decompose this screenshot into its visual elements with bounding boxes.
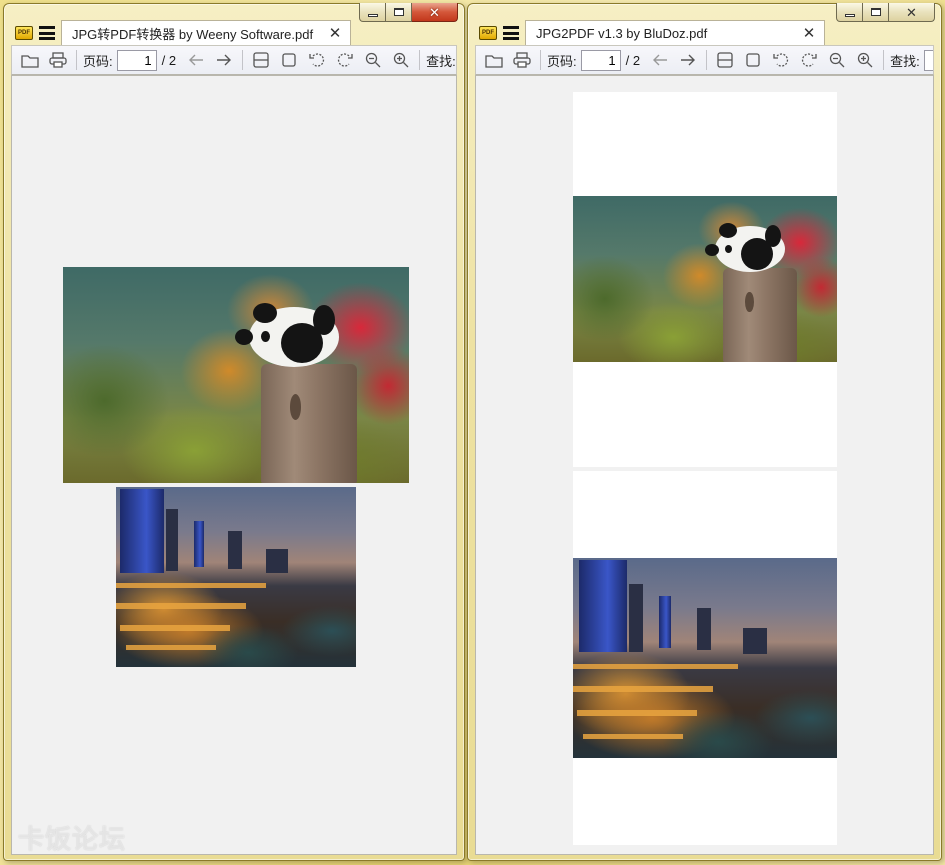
page-number-input[interactable] [116, 49, 157, 71]
panda-photo [573, 196, 837, 362]
pdf-page-2 [573, 471, 837, 845]
tab-row: PDF JPG2PDF v1.3 by BluDoz.pdf ✕ [475, 20, 934, 45]
panda [705, 222, 797, 276]
find-input[interactable] [923, 49, 933, 71]
zoom-in-icon[interactable] [851, 48, 879, 72]
pdf-page-1 [573, 92, 837, 467]
toolbar-separator [540, 50, 541, 70]
page-number-input[interactable] [580, 49, 621, 71]
tree-stump [723, 268, 797, 362]
tab-title: JPG转PDF转换器 by Weeny Software.pdf [72, 26, 314, 42]
city-night-photo [116, 487, 356, 667]
previous-page-arrow-icon[interactable] [646, 48, 674, 72]
rotate-left-icon[interactable] [303, 48, 331, 72]
fit-page-icon[interactable] [275, 48, 303, 72]
toolbar-separator [242, 50, 244, 70]
toolbar-separator [419, 50, 421, 70]
rotate-left-icon[interactable] [767, 48, 795, 72]
minimize-icon [367, 13, 378, 17]
bludoz-pdf-window: ✕ PDF JPG2PDF v1.3 by BluDoz.pdf ✕ 页码: /… [467, 3, 942, 861]
tab-close-icon[interactable]: ✕ [802, 26, 816, 41]
panda [235, 301, 355, 371]
forum-watermark: 卡饭论坛 [18, 825, 127, 855]
tab-row: PDF JPG转PDF转换器 by Weeny Software.pdf ✕ [11, 20, 457, 45]
page-total: / 2 [161, 52, 177, 68]
open-folder-icon[interactable] [16, 48, 44, 72]
document-viewer[interactable] [11, 75, 457, 855]
print-icon[interactable] [508, 48, 536, 72]
previous-page-arrow-icon[interactable] [182, 48, 210, 72]
print-icon[interactable] [44, 48, 72, 72]
maximize-icon [870, 8, 881, 16]
tab-close-icon[interactable]: ✕ [328, 26, 342, 41]
fit-width-icon[interactable] [711, 48, 739, 72]
fit-width-icon[interactable] [247, 48, 275, 72]
toolbar-separator [706, 50, 708, 70]
hamburger-menu-icon[interactable] [503, 26, 519, 40]
minimize-icon [844, 13, 855, 17]
rotate-right-icon[interactable] [795, 48, 823, 72]
next-page-arrow-icon[interactable] [210, 48, 238, 72]
document-viewer[interactable] [475, 75, 934, 855]
page-total: / 2 [625, 52, 641, 68]
close-icon: ✕ [906, 4, 917, 20]
rotate-right-icon[interactable] [331, 48, 359, 72]
open-folder-icon[interactable] [480, 48, 508, 72]
toolbar: 页码: / 2 查找: [11, 45, 457, 75]
next-page-arrow-icon[interactable] [674, 48, 702, 72]
toolbar-separator [76, 50, 77, 70]
hamburger-menu-icon[interactable] [39, 26, 55, 40]
zoom-out-icon[interactable] [359, 48, 387, 72]
panda-photo [63, 267, 409, 483]
tab-title: JPG2PDF v1.3 by BluDoz.pdf [536, 25, 708, 41]
find-label: 查找: [426, 53, 456, 69]
weeny-pdf-window: ✕ PDF JPG转PDF转换器 by Weeny Software.pdf ✕… [3, 3, 465, 861]
zoom-in-icon[interactable] [387, 48, 415, 72]
find-label: 查找: [890, 53, 920, 69]
page-label: 页码: [547, 53, 577, 69]
page-label: 页码: [83, 53, 113, 69]
tree-stump [261, 364, 357, 483]
city-night-photo [573, 558, 837, 758]
pdf-app-icon[interactable]: PDF [479, 26, 497, 40]
document-tab[interactable]: JPG2PDF v1.3 by BluDoz.pdf ✕ [525, 20, 825, 45]
toolbar: 页码: / 2 查找: [475, 45, 934, 75]
document-tab[interactable]: JPG转PDF转换器 by Weeny Software.pdf ✕ [61, 20, 351, 45]
maximize-icon [393, 8, 404, 16]
toolbar-separator [883, 50, 885, 70]
close-icon: ✕ [429, 4, 440, 20]
fit-page-icon[interactable] [739, 48, 767, 72]
zoom-out-icon[interactable] [823, 48, 851, 72]
pdf-app-icon[interactable]: PDF [15, 26, 33, 40]
